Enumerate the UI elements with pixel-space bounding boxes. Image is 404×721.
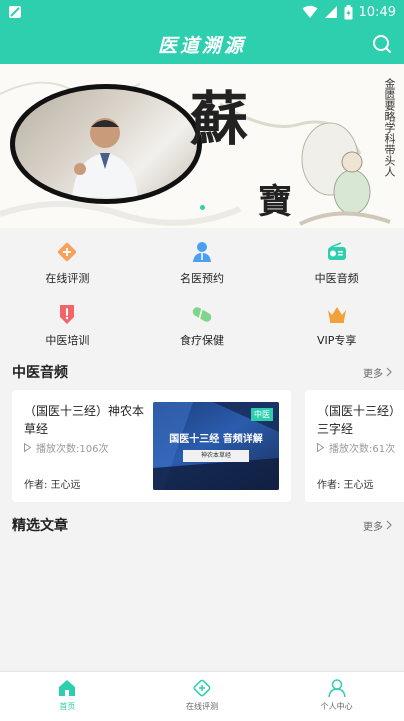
menu-label: 中医音频	[314, 272, 359, 285]
tab-label: 在线评测	[185, 702, 218, 711]
chevron-right-icon	[386, 520, 392, 530]
card-title: （国医十三经）神农本草经	[24, 404, 145, 436]
portrait-frame	[10, 84, 202, 204]
chevron-right-icon	[386, 367, 392, 377]
card-play-count: 播放次数:61次	[317, 440, 395, 455]
menu-tcm-training[interactable]: 中医培训	[0, 290, 135, 352]
person-figure	[72, 118, 138, 197]
audio-section-header: 中医音频 更多	[0, 360, 404, 384]
carousel-dot-active	[199, 205, 205, 210]
menu-diet-therapy[interactable]: 食疗保健	[135, 290, 270, 352]
tab-label: 个人中心	[320, 702, 353, 711]
assessment-icon	[193, 679, 211, 697]
play-count-text: 播放次数:61次	[329, 444, 396, 455]
banner-carousel[interactable]: 蘇 寶 金匮要略学科带头人	[0, 64, 404, 228]
status-time: 10:49	[358, 4, 396, 20]
tab-label: 首页	[59, 702, 76, 711]
menu-tcm-audio[interactable]: 中医音频	[269, 228, 404, 290]
menu-label: 名医预约	[179, 272, 224, 285]
audio-card[interactable]: （国医十三经）神农本草经 播放次数:106次 作者: 王心远 中医 国医十三经 …	[12, 390, 291, 502]
more-label: 更多	[363, 521, 383, 533]
banner-side-text: 金匮要略学科带头人	[383, 78, 396, 177]
home-icon	[59, 680, 76, 696]
app-title: 医道溯源	[157, 34, 246, 57]
play-icon	[24, 443, 31, 452]
wifi-icon	[302, 5, 318, 18]
bottom-tab-bar: 首页 在线评测 个人中心	[0, 671, 404, 721]
signal-icon	[324, 6, 337, 18]
thumbnail-tag: 中医	[251, 408, 273, 421]
pill-icon	[192, 307, 212, 322]
tab-online-assessment[interactable]: 在线评测	[135, 672, 270, 721]
articles-more-link[interactable]: 更多	[363, 518, 392, 533]
battery-icon	[344, 4, 353, 19]
card-title: （国医十三经）三字经	[317, 404, 402, 436]
menu-label: 在线评测	[45, 272, 90, 285]
menu-label: 食疗保健	[179, 334, 224, 347]
play-count-text: 播放次数:106次	[36, 444, 109, 455]
banner-calligraphy-main: 蘇	[190, 85, 248, 153]
menu-label: 中医培训	[45, 334, 90, 347]
more-label: 更多	[363, 368, 383, 380]
menu-online-assessment[interactable]: 在线评测	[0, 228, 135, 290]
card-author: 作者: 王心远	[317, 480, 374, 491]
menu-vip[interactable]: VIP专享	[269, 290, 404, 352]
articles-section-header: 精选文章 更多	[0, 513, 404, 537]
quick-menu: 在线评测 名医预约 中医音频 中医培训 食疗保健 VIP专享	[0, 228, 404, 354]
thumbnail-title: 国医十三经 音频详解	[169, 434, 263, 445]
doctor-icon	[192, 242, 211, 262]
carousel-indicator	[0, 205, 404, 213]
card-play-count: 播放次数:106次	[24, 440, 108, 455]
tab-profile[interactable]: 个人中心	[269, 672, 404, 721]
search-icon	[373, 35, 391, 53]
banner-calligraphy-sub: 寶	[258, 182, 292, 222]
plus-diamond-icon	[58, 242, 77, 262]
user-icon	[327, 679, 346, 698]
audio-more-link[interactable]: 更多	[363, 365, 392, 380]
section-title: 精选文章	[12, 518, 68, 534]
badge-icon	[60, 305, 75, 324]
search-button[interactable]	[370, 32, 394, 56]
play-icon	[317, 443, 324, 452]
menu-doctor-appointment[interactable]: 名医预约	[135, 228, 270, 290]
thumbnail-subtitle: 神农本草经	[183, 450, 249, 462]
notification-icon	[9, 6, 21, 18]
card-author: 作者: 王心远	[24, 480, 81, 491]
tab-home[interactable]: 首页	[0, 672, 135, 721]
card-thumbnail: 中医 国医十三经 音频详解 神农本草经	[153, 402, 279, 490]
radio-icon	[327, 242, 346, 260]
menu-label: VIP专享	[316, 334, 357, 347]
crown-icon	[327, 307, 346, 323]
section-title: 中医音频	[12, 365, 68, 381]
audio-card[interactable]: （国医十三经）三字经 播放次数:61次 作者: 王心远	[305, 390, 404, 502]
app-bar: 医道溯源	[0, 24, 404, 64]
status-bar: 10:49	[0, 0, 404, 24]
portrait-photo	[15, 89, 197, 199]
